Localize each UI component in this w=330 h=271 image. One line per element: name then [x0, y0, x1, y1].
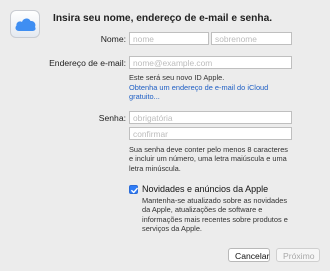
name-label: Nome:	[100, 34, 126, 44]
page-title: Insira seu nome, endereço de e-mail e se…	[53, 13, 273, 24]
newsletter-desc-line4: serviços da Apple.	[142, 223, 202, 233]
icloud-email-link[interactable]: Obtenha um endereço de e-mail do iCloud …	[129, 83, 268, 102]
checkmark-icon	[131, 187, 138, 194]
password-hint: Sua senha deve conter pelo menos 8 carac…	[129, 145, 288, 173]
password-hint-line2: e incluir um número, uma letra maiúscula…	[129, 154, 287, 164]
email-hint: Este será seu novo ID Apple.	[129, 73, 225, 82]
password-hint-line3: letra minúscula.	[129, 163, 181, 173]
newsletter-label[interactable]: Novidades e anúncios da Apple	[142, 184, 268, 194]
cancel-button[interactable]: Cancelar	[228, 248, 270, 262]
icloud-email-link-line1[interactable]: Obtenha um endereço de e-mail do iCloud	[129, 83, 268, 92]
password-label: Senha:	[98, 113, 126, 123]
newsletter-description: Mantenha-se atualizado sobre as novidade…	[142, 196, 288, 233]
confirm-password-input[interactable]: confirmar	[129, 127, 292, 140]
email-label: Endereço de e-mail:	[49, 58, 126, 68]
cloud-shape	[15, 18, 36, 31]
newsletter-checkbox[interactable]	[129, 185, 138, 194]
next-button[interactable]: Próximo	[276, 248, 320, 262]
first-name-input[interactable]: nome	[129, 32, 209, 45]
password-input[interactable]: obrigatória	[129, 111, 292, 124]
password-hint-line1: Sua senha deve conter pelo menos 8 carac…	[129, 145, 288, 154]
icloud-email-link-line2[interactable]: gratuito...	[129, 92, 268, 101]
email-input[interactable]: nome@example.com	[129, 56, 292, 69]
newsletter-desc-line3: informações mais recentes sobre produtos…	[142, 214, 288, 224]
last-name-input[interactable]: sobrenome	[211, 32, 292, 45]
newsletter-desc-line1: Mantenha-se atualizado sobre as novidade…	[142, 196, 288, 205]
newsletter-desc-line2: da Apple, atualizações de software e	[142, 205, 263, 215]
